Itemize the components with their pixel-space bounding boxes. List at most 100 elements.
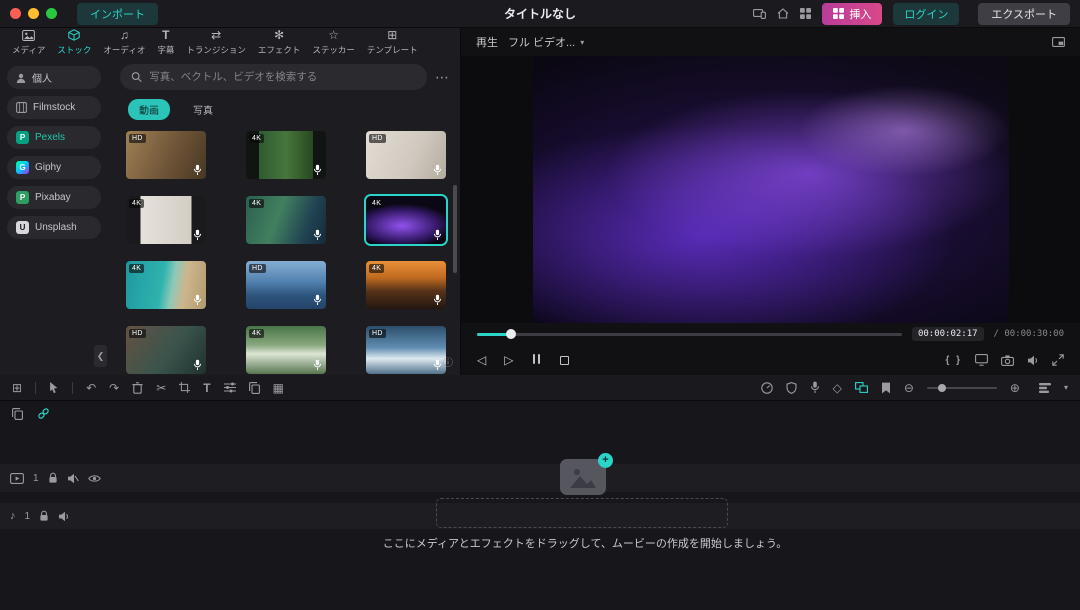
previous-frame-button[interactable]: ◁ bbox=[477, 354, 486, 366]
import-button[interactable]: インポート bbox=[77, 3, 158, 25]
stock-video-thumbnail[interactable]: HD bbox=[366, 326, 446, 374]
zoom-slider-knob[interactable] bbox=[938, 384, 946, 392]
snapshot-camera-icon[interactable] bbox=[1001, 355, 1014, 366]
more-options-icon[interactable]: ⋯ bbox=[435, 69, 450, 86]
delete-icon[interactable] bbox=[132, 382, 143, 394]
apps-grid-icon[interactable] bbox=[800, 8, 811, 19]
tab-stock[interactable]: ストック bbox=[52, 29, 96, 56]
sidebar-item-filmstock[interactable]: Filmstock bbox=[7, 96, 101, 119]
minimize-window-button[interactable] bbox=[28, 8, 39, 19]
filter-photo-pill[interactable]: 写真 bbox=[182, 99, 224, 120]
stock-video-thumbnail[interactable]: 4K bbox=[246, 326, 326, 374]
stock-video-thumbnail[interactable]: HD bbox=[126, 326, 206, 374]
redo-icon[interactable]: ↷ bbox=[109, 382, 119, 394]
zoom-out-icon[interactable]: ⊖ bbox=[904, 382, 914, 394]
image-placeholder-icon: + bbox=[560, 459, 606, 495]
compound-clip-icon[interactable]: ▦ bbox=[273, 382, 284, 394]
eye-icon[interactable] bbox=[88, 474, 101, 483]
chevron-down-icon[interactable]: ▾ bbox=[1064, 383, 1068, 392]
mark-in-out-icon[interactable]: { } bbox=[945, 355, 962, 366]
video-frame[interactable] bbox=[533, 56, 1009, 323]
shield-icon[interactable] bbox=[786, 382, 797, 394]
track-layout-icon[interactable] bbox=[1039, 383, 1051, 393]
add-media-plus-icon[interactable]: + bbox=[598, 453, 613, 468]
playback-quality-dropdown[interactable]: フル ビデオ... ▾ bbox=[508, 34, 584, 50]
current-time: 00:00:02:17 bbox=[912, 327, 984, 341]
export-button[interactable]: エクスポート bbox=[978, 3, 1070, 25]
login-button[interactable]: ログイン bbox=[893, 3, 959, 25]
marker-icon[interactable] bbox=[881, 382, 891, 394]
tab-templates[interactable]: ⊞ テンプレート bbox=[362, 29, 423, 56]
stock-video-thumbnail[interactable]: HD bbox=[126, 131, 206, 179]
stock-icon bbox=[68, 29, 80, 41]
collapse-sidebar-button[interactable]: ❮ bbox=[94, 345, 107, 367]
layout-icon[interactable]: ⊞ bbox=[12, 382, 22, 394]
stock-video-thumbnail-selected[interactable]: 4K bbox=[366, 196, 446, 244]
crop-icon[interactable] bbox=[179, 382, 190, 393]
tab-transitions[interactable]: ⇄ トランジション bbox=[181, 29, 251, 56]
adjust-sliders-icon[interactable] bbox=[224, 382, 236, 393]
lock-icon[interactable] bbox=[39, 510, 49, 522]
auto-ripple-icon[interactable] bbox=[855, 382, 868, 393]
search-box[interactable] bbox=[120, 64, 427, 90]
tab-label: トランジション bbox=[186, 44, 246, 56]
tab-effects[interactable]: ✻ エフェクト bbox=[253, 29, 306, 56]
insert-button[interactable]: 挿入 bbox=[822, 3, 882, 25]
select-cursor-icon[interactable] bbox=[49, 381, 59, 394]
display-output-icon[interactable] bbox=[975, 354, 988, 366]
mute-track-icon[interactable] bbox=[67, 473, 79, 484]
close-window-button[interactable] bbox=[10, 8, 21, 19]
tab-audio[interactable]: ♫ オーディオ bbox=[98, 29, 150, 56]
add-text-icon[interactable]: T bbox=[203, 382, 210, 394]
pip-icon[interactable] bbox=[1052, 37, 1065, 47]
pixabay-logo-icon: P bbox=[16, 191, 29, 204]
sidebar-item-unsplash[interactable]: U Unsplash bbox=[7, 216, 101, 239]
link-clips-icon[interactable] bbox=[37, 407, 50, 420]
scrollbar-thumb[interactable] bbox=[453, 185, 457, 273]
quality-value: フル ビデオ... bbox=[508, 34, 575, 50]
volume-icon[interactable] bbox=[1027, 355, 1039, 366]
keyframe-icon[interactable]: ◇ bbox=[833, 382, 842, 394]
play-button[interactable]: ▷ bbox=[504, 354, 513, 366]
info-icon[interactable]: ⓘ bbox=[443, 354, 453, 369]
snapshot-clip-icon[interactable] bbox=[12, 408, 23, 420]
stock-video-thumbnail[interactable]: 4K bbox=[246, 196, 326, 244]
stock-video-thumbnail[interactable]: HD bbox=[246, 261, 326, 309]
screen-mirror-icon[interactable] bbox=[753, 9, 766, 19]
playhead-knob[interactable] bbox=[506, 329, 516, 339]
stock-video-thumbnail[interactable]: HD bbox=[366, 131, 446, 179]
filter-video-pill[interactable]: 動画 bbox=[128, 99, 170, 120]
search-input[interactable] bbox=[149, 71, 416, 83]
sidebar-item-pexels[interactable]: P Pexels bbox=[7, 126, 101, 149]
seek-bar[interactable] bbox=[477, 333, 902, 336]
tab-media[interactable]: メディア bbox=[7, 30, 50, 56]
render-preview-icon[interactable] bbox=[761, 382, 773, 394]
stock-video-thumbnail[interactable]: 4K bbox=[126, 196, 206, 244]
zoom-in-icon[interactable]: ⊕ bbox=[1010, 382, 1020, 394]
stock-video-thumbnail[interactable]: 4K bbox=[126, 261, 206, 309]
sidebar-item-giphy[interactable]: G Giphy bbox=[7, 156, 101, 179]
undo-icon[interactable]: ↶ bbox=[86, 382, 96, 394]
drop-zone-outline[interactable] bbox=[436, 498, 728, 528]
media-drop-placeholder[interactable]: + bbox=[560, 459, 606, 495]
timeline-zoom-slider[interactable] bbox=[927, 387, 997, 389]
tab-stickers[interactable]: ☆ ステッカー bbox=[307, 29, 360, 56]
fullscreen-icon[interactable] bbox=[1052, 354, 1064, 366]
lock-icon[interactable] bbox=[48, 472, 58, 484]
home-icon[interactable] bbox=[777, 8, 789, 19]
video-track-lane[interactable] bbox=[0, 464, 1080, 492]
stock-video-thumbnail[interactable]: 4K bbox=[366, 261, 446, 309]
record-voiceover-icon[interactable] bbox=[810, 381, 820, 394]
stock-video-thumbnail[interactable]: 4K bbox=[246, 131, 326, 179]
pause-button[interactable] bbox=[531, 354, 541, 366]
speaker-icon[interactable] bbox=[58, 511, 70, 522]
copy-icon[interactable] bbox=[249, 382, 260, 394]
sidebar-item-pixabay[interactable]: P Pixabay bbox=[7, 186, 101, 209]
stop-button[interactable] bbox=[560, 356, 569, 365]
split-scissors-icon[interactable]: ✂ bbox=[156, 382, 166, 394]
sidebar-item-personal[interactable]: 個人 bbox=[7, 66, 101, 89]
resolution-badge: HD bbox=[129, 329, 146, 338]
maximize-window-button[interactable] bbox=[46, 8, 57, 19]
mic-icon bbox=[313, 294, 322, 306]
tab-subtitles[interactable]: T 字幕 bbox=[152, 29, 179, 56]
